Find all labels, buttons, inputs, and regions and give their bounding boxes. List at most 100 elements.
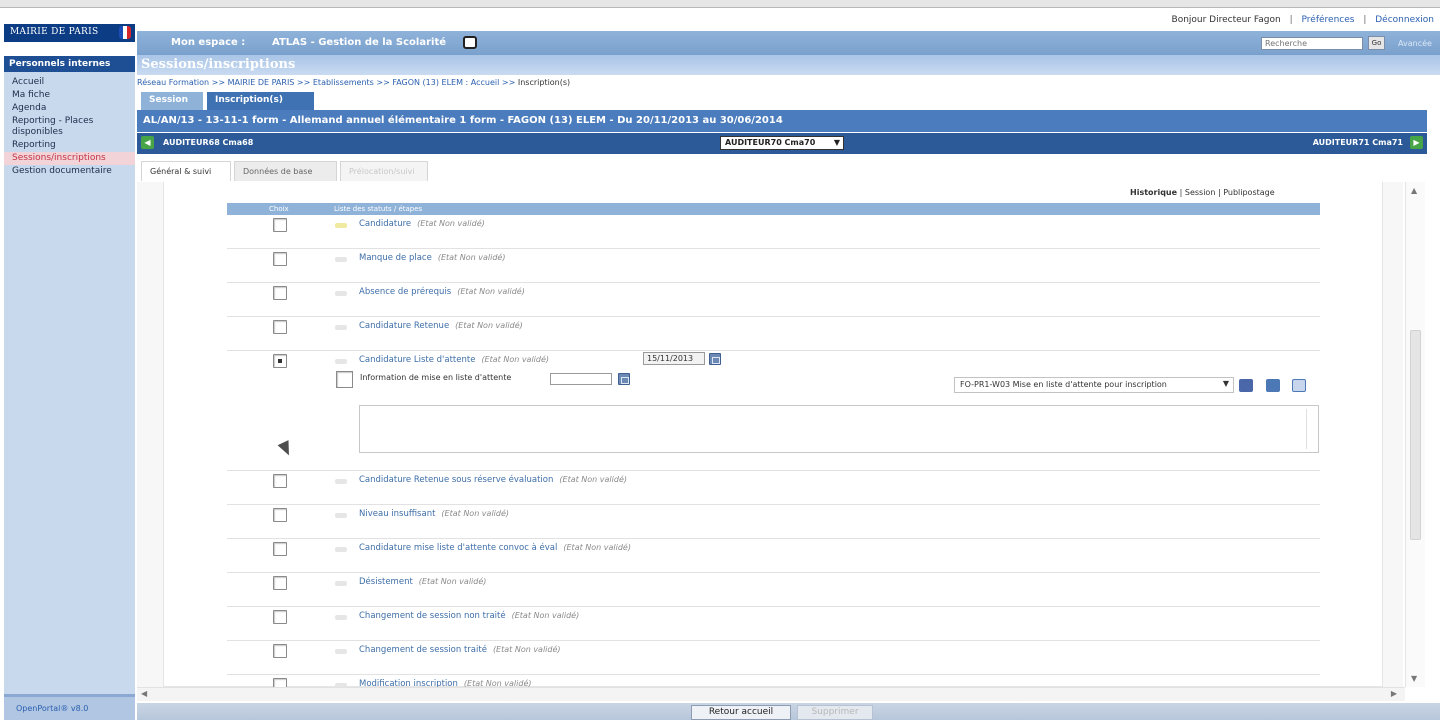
- status-checkbox[interactable]: [273, 610, 287, 624]
- historique-link[interactable]: Historique: [1130, 188, 1177, 197]
- status-indicator-icon: [335, 359, 347, 364]
- status-label[interactable]: Désistement (Etat Non validé): [359, 577, 486, 587]
- delete-button[interactable]: Supprimer: [797, 705, 873, 720]
- status-label[interactable]: Niveau insuffisant (Etat Non validé): [359, 509, 509, 519]
- status-name[interactable]: Candidature: [359, 219, 411, 229]
- sidebar-item-reporting-places[interactable]: Reporting - Places disponibles: [4, 115, 135, 139]
- sidebar-item-gestion-documentaire[interactable]: Gestion documentaire: [4, 165, 135, 178]
- status-name[interactable]: Candidature Liste d'attente: [359, 355, 475, 365]
- atlas-app-link[interactable]: ATLAS - Gestion de la Scolarité: [272, 37, 446, 48]
- waitlist-info-checkbox[interactable]: [336, 371, 353, 388]
- status-name[interactable]: Candidature Retenue sous réserve évaluat…: [359, 475, 553, 485]
- tab-inscriptions[interactable]: Inscription(s): [207, 92, 314, 110]
- status-label[interactable]: Changement de session non traité (Etat No…: [359, 611, 579, 621]
- status-date-field[interactable]: 15/11/2013: [643, 352, 705, 365]
- status-checkbox[interactable]: [273, 474, 287, 488]
- textarea-scrollbar[interactable]: [1306, 409, 1316, 449]
- status-name[interactable]: Candidature Retenue: [359, 321, 449, 331]
- sidebar-item-sessions-inscriptions[interactable]: Sessions/inscriptions: [4, 152, 135, 165]
- status-checkbox[interactable]: [273, 678, 287, 687]
- vertical-scrollbar[interactable]: ▲ ▼: [1405, 182, 1425, 687]
- status-checkbox[interactable]: [273, 508, 287, 522]
- status-checkbox[interactable]: [273, 576, 287, 590]
- tab-donnees-de-base[interactable]: Données de base: [234, 161, 337, 181]
- status-name[interactable]: Changement de session non traité: [359, 611, 506, 621]
- publipostage-link[interactable]: Publipostage: [1223, 188, 1274, 197]
- waitlist-date-input[interactable]: [550, 373, 612, 385]
- previous-auditor-arrow-icon[interactable]: ◀: [141, 136, 154, 149]
- status-label[interactable]: Candidature (Etat Non validé): [359, 219, 485, 229]
- status-checkbox[interactable]: [273, 542, 287, 556]
- status-checkbox[interactable]: [273, 218, 287, 232]
- status-row: Candidature (Etat Non validé): [227, 215, 1320, 249]
- status-indicator-icon: [335, 615, 347, 620]
- mon-espace-label[interactable]: Mon espace :: [171, 37, 245, 48]
- edit-document-icon[interactable]: [1239, 379, 1253, 392]
- column-choix: Choix: [269, 205, 289, 213]
- content-left-margin: [137, 182, 163, 687]
- sidebar-item-agenda[interactable]: Agenda: [4, 102, 135, 115]
- status-label[interactable]: Candidature Retenue (Etat Non validé): [359, 321, 523, 331]
- document-model-select[interactable]: FO-PR1-W03 Mise en liste d'attente pour …: [954, 377, 1234, 393]
- status-label[interactable]: Manque de place (Etat Non validé): [359, 253, 505, 263]
- waitlist-comment-textarea[interactable]: [359, 405, 1319, 453]
- next-auditor-arrow-icon[interactable]: ▶: [1410, 136, 1423, 149]
- status-label[interactable]: Candidature mise liste d'attente convoc …: [359, 543, 631, 553]
- status-state: (Etat Non validé): [455, 321, 523, 330]
- tab-prelocation-suivi[interactable]: Prélocation/suivi: [340, 161, 428, 181]
- status-indicator-icon: [335, 291, 347, 296]
- auditor-select[interactable]: AUDITEUR70 Cma70 ▼: [720, 136, 844, 150]
- search-input[interactable]: [1261, 37, 1363, 50]
- status-checkbox[interactable]: [273, 286, 287, 300]
- status-label[interactable]: Modification inscription (Etat Non validé…: [359, 679, 532, 687]
- status-name[interactable]: Désistement: [359, 577, 413, 587]
- status-checkbox-checked[interactable]: [273, 354, 287, 368]
- status-label[interactable]: Candidature Liste d'attente (Etat Non val…: [359, 355, 549, 365]
- advanced-search-link[interactable]: Avancée: [1398, 39, 1432, 48]
- session-link[interactable]: Session: [1185, 188, 1216, 197]
- sidebar-item-accueil[interactable]: Accueil: [4, 76, 135, 89]
- scrollbar-thumb[interactable]: [1410, 330, 1421, 540]
- status-checkbox[interactable]: [273, 252, 287, 266]
- status-row: Candidature Retenue sous réserve évaluat…: [227, 471, 1320, 505]
- next-auditor-link[interactable]: AUDITEUR71 Cma71: [1313, 138, 1403, 147]
- tab-session[interactable]: Session: [141, 92, 203, 110]
- content-right-margin: [1383, 182, 1403, 687]
- scroll-up-icon[interactable]: ▲: [1411, 186, 1417, 195]
- status-state: (Etat Non validé): [437, 253, 506, 262]
- status-name[interactable]: Modification inscription: [359, 679, 458, 687]
- status-name[interactable]: Manque de place: [359, 253, 432, 263]
- sidebar-item-reporting[interactable]: Reporting: [4, 139, 135, 152]
- breadcrumb-path[interactable]: Réseau Formation >> MAIRIE DE PARIS >> E…: [137, 78, 518, 87]
- sidebar-item-ma-fiche[interactable]: Ma fiche: [4, 89, 135, 102]
- status-label[interactable]: Absence de prérequis (Etat Non validé): [359, 287, 525, 297]
- save-icon[interactable]: [1266, 379, 1280, 392]
- calendar-icon[interactable]: [618, 373, 630, 385]
- status-name[interactable]: Absence de prérequis: [359, 287, 451, 297]
- copy-icon[interactable]: [1292, 379, 1306, 392]
- paris-flag-icon: [119, 26, 131, 39]
- status-checkbox[interactable]: [273, 644, 287, 658]
- status-name[interactable]: Candidature mise liste d'attente convoc …: [359, 543, 557, 553]
- tab-general-suivi[interactable]: Général & suivi: [141, 161, 231, 181]
- scroll-right-icon[interactable]: ▶: [1391, 689, 1397, 698]
- status-label[interactable]: Candidature Retenue sous réserve évaluat…: [359, 475, 627, 485]
- breadcrumb[interactable]: Réseau Formation >> MAIRIE DE PARIS >> E…: [137, 78, 570, 87]
- calendar-icon[interactable]: [709, 353, 721, 365]
- previous-auditor-link[interactable]: AUDITEUR68 Cma68: [163, 138, 253, 147]
- status-state: (Etat Non validé): [559, 475, 627, 484]
- status-label[interactable]: Changement de session traité (Etat Non va…: [359, 645, 561, 655]
- status-state: (Etat Non validé): [563, 543, 631, 552]
- back-home-button[interactable]: Retour accueil: [691, 705, 791, 720]
- horizontal-scrollbar[interactable]: ◀ ▶: [137, 687, 1405, 701]
- scroll-down-icon[interactable]: ▼: [1411, 674, 1417, 683]
- status-name[interactable]: Changement de session traité: [359, 645, 487, 655]
- scroll-left-icon[interactable]: ◀: [141, 689, 147, 698]
- logout-link[interactable]: Déconnexion: [1375, 15, 1434, 25]
- sidebar-footer[interactable]: OpenPortal® v8.0: [4, 694, 135, 720]
- status-checkbox[interactable]: [273, 320, 287, 334]
- preferences-link[interactable]: Préférences: [1302, 15, 1355, 25]
- window-icon[interactable]: [463, 36, 477, 49]
- search-button[interactable]: Go: [1368, 36, 1385, 50]
- status-name[interactable]: Niveau insuffisant: [359, 509, 435, 519]
